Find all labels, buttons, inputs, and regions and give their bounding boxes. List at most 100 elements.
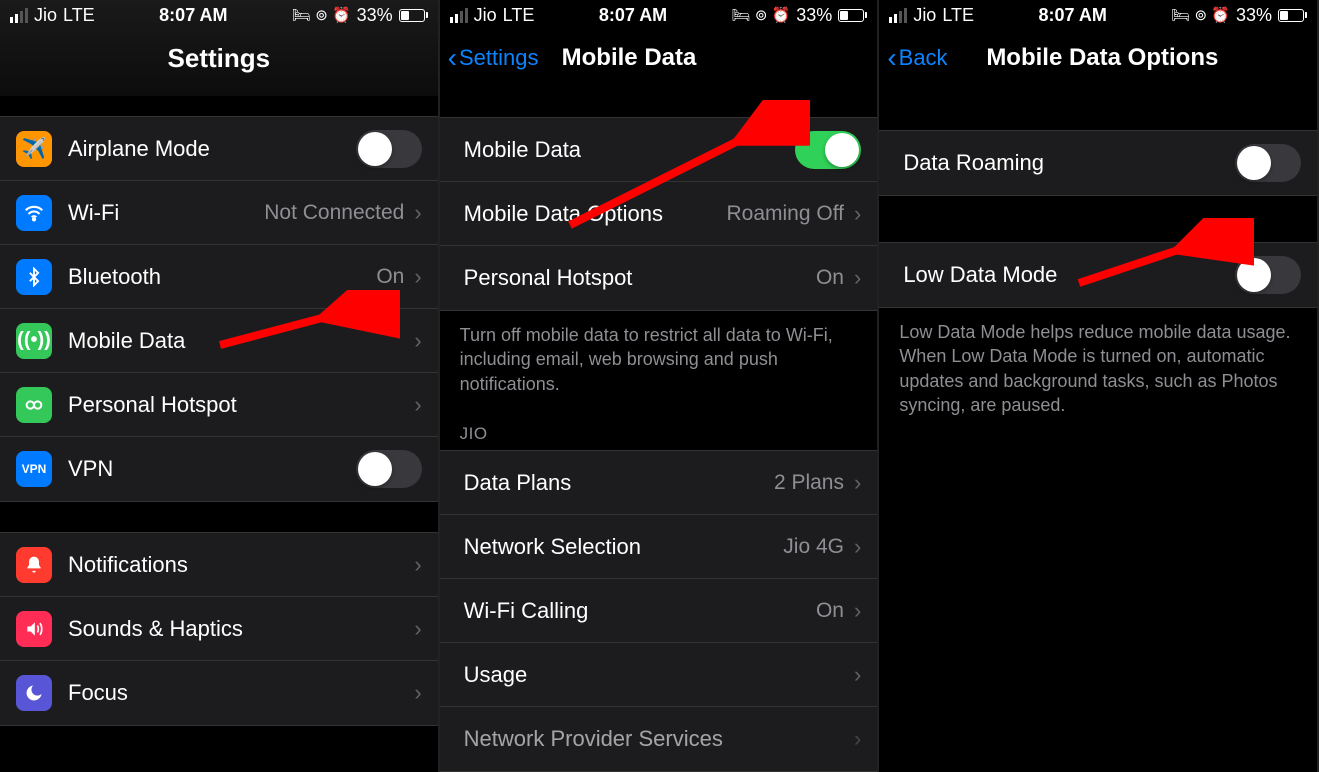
row-personal-hotspot[interactable]: Personal Hotspot On › — [440, 246, 878, 310]
row-personal-hotspot[interactable]: Personal Hotspot › — [0, 373, 438, 437]
network-label: LTE — [63, 5, 95, 26]
value: On — [816, 266, 844, 290]
airplane-toggle[interactable] — [356, 130, 422, 168]
signal-icon — [10, 8, 28, 23]
chevron-right-icon: › — [414, 264, 421, 290]
mobile-data-group-jio: Data Plans 2 Plans › Network Selection J… — [440, 450, 878, 772]
chevron-right-icon: › — [854, 726, 861, 752]
row-data-plans[interactable]: Data Plans 2 Plans › — [440, 451, 878, 515]
chevron-right-icon: › — [854, 265, 861, 291]
battery-percent: 33% — [796, 5, 832, 26]
label: Airplane Mode — [68, 136, 356, 162]
airplane-icon: ✈️ — [16, 131, 52, 167]
status-bar: Jio LTE 8:07 AM 🛏 ⊚ ⏰ 33% — [440, 0, 878, 30]
row-mobile-data-options[interactable]: Mobile Data Options Roaming Off › — [440, 182, 878, 246]
status-time: 8:07 AM — [159, 5, 227, 26]
nav-bar: ‹ Settings Mobile Data — [440, 30, 878, 86]
moon-icon — [16, 675, 52, 711]
label: Personal Hotspot — [68, 392, 414, 418]
status-indicator-icons: 🛏 ⊚ ⏰ — [732, 6, 791, 24]
carrier-label: Jio — [34, 5, 57, 26]
label: Data Roaming — [903, 150, 1235, 176]
status-indicator-icons: 🛏 ⊚ ⏰ — [292, 6, 351, 24]
row-sounds-haptics[interactable]: Sounds & Haptics › — [0, 597, 438, 661]
status-time: 8:07 AM — [1038, 5, 1106, 26]
label: Notifications — [68, 552, 414, 578]
row-focus[interactable]: Focus › — [0, 661, 438, 725]
chevron-right-icon: › — [854, 470, 861, 496]
settings-group-connectivity: ✈️ Airplane Mode Wi-Fi Not Connected › B… — [0, 116, 438, 502]
row-notifications[interactable]: Notifications › — [0, 533, 438, 597]
data-options-group-2: Low Data Mode — [879, 242, 1317, 308]
label: Network Provider Services — [464, 726, 854, 752]
value: On — [376, 265, 404, 289]
network-label: LTE — [503, 5, 535, 26]
signal-icon — [450, 8, 468, 23]
label: Data Plans — [464, 470, 774, 496]
row-data-roaming[interactable]: Data Roaming — [879, 131, 1317, 195]
label: Bluetooth — [68, 264, 376, 290]
hotspot-icon — [16, 387, 52, 423]
row-mobile-data[interactable]: ((•)) Mobile Data › — [0, 309, 438, 373]
speaker-icon — [16, 611, 52, 647]
value: On — [816, 599, 844, 623]
status-indicator-icons: 🛏 ⊚ ⏰ — [1171, 6, 1230, 24]
row-low-data-mode[interactable]: Low Data Mode — [879, 243, 1317, 307]
group-footer-text: Turn off mobile data to restrict all dat… — [440, 311, 878, 408]
battery-percent: 33% — [1236, 5, 1272, 26]
nav-bar: ‹ Back Mobile Data Options — [879, 30, 1317, 86]
chevron-right-icon: › — [414, 200, 421, 226]
value: Jio 4G — [783, 535, 844, 559]
signal-icon — [889, 8, 907, 23]
row-usage[interactable]: Usage › — [440, 643, 878, 707]
chevron-right-icon: › — [854, 201, 861, 227]
back-button[interactable]: ‹ Back — [887, 44, 947, 72]
value: Not Connected — [264, 201, 404, 225]
status-bar: Jio LTE 8:07 AM 🛏 ⊚ ⏰ 33% — [879, 0, 1317, 30]
label: Personal Hotspot — [464, 265, 816, 291]
label: Usage — [464, 662, 854, 688]
vpn-icon: VPN — [16, 451, 52, 487]
row-network-provider-services[interactable]: Network Provider Services › — [440, 707, 878, 771]
row-network-selection[interactable]: Network Selection Jio 4G › — [440, 515, 878, 579]
data-roaming-toggle[interactable] — [1235, 144, 1301, 182]
label: Sounds & Haptics — [68, 616, 414, 642]
battery-icon — [399, 9, 428, 22]
chevron-right-icon: › — [414, 552, 421, 578]
battery-icon — [838, 9, 867, 22]
row-bluetooth[interactable]: Bluetooth On › — [0, 245, 438, 309]
chevron-right-icon: › — [414, 328, 421, 354]
row-mobile-data-toggle[interactable]: Mobile Data — [440, 118, 878, 182]
battery-icon — [1278, 9, 1307, 22]
chevron-right-icon: › — [854, 598, 861, 624]
back-button[interactable]: ‹ Settings — [448, 44, 539, 72]
back-label: Back — [899, 45, 948, 71]
row-airplane-mode[interactable]: ✈️ Airplane Mode — [0, 117, 438, 181]
network-label: LTE — [942, 5, 974, 26]
value: 2 Plans — [774, 471, 844, 495]
back-label: Settings — [459, 45, 539, 71]
chevron-right-icon: › — [414, 680, 421, 706]
chevron-right-icon: › — [854, 662, 861, 688]
antenna-icon: ((•)) — [16, 323, 52, 359]
row-wifi-calling[interactable]: Wi-Fi Calling On › — [440, 579, 878, 643]
label: Mobile Data — [68, 328, 414, 354]
row-vpn[interactable]: VPN VPN — [0, 437, 438, 501]
nav-bar: Settings — [0, 30, 438, 86]
vpn-toggle[interactable] — [356, 450, 422, 488]
label: Network Selection — [464, 534, 784, 560]
wifi-icon — [16, 195, 52, 231]
screen-mobile-data: Jio LTE 8:07 AM 🛏 ⊚ ⏰ 33% ‹ Settings Mob… — [440, 0, 880, 772]
label: Focus — [68, 680, 414, 706]
data-options-group-1: Data Roaming — [879, 130, 1317, 196]
label: VPN — [68, 456, 356, 482]
mobile-data-toggle[interactable] — [795, 131, 861, 169]
screen-mobile-data-options: Jio LTE 8:07 AM 🛏 ⊚ ⏰ 33% ‹ Back Mobile … — [879, 0, 1319, 772]
settings-group-alerts: Notifications › Sounds & Haptics › Focus… — [0, 532, 438, 726]
value: Roaming Off — [726, 202, 844, 226]
status-time: 8:07 AM — [599, 5, 667, 26]
row-wifi[interactable]: Wi-Fi Not Connected › — [0, 181, 438, 245]
page-title: Mobile Data — [562, 44, 697, 72]
page-title: Mobile Data Options — [986, 44, 1218, 72]
low-data-mode-toggle[interactable] — [1235, 256, 1301, 294]
